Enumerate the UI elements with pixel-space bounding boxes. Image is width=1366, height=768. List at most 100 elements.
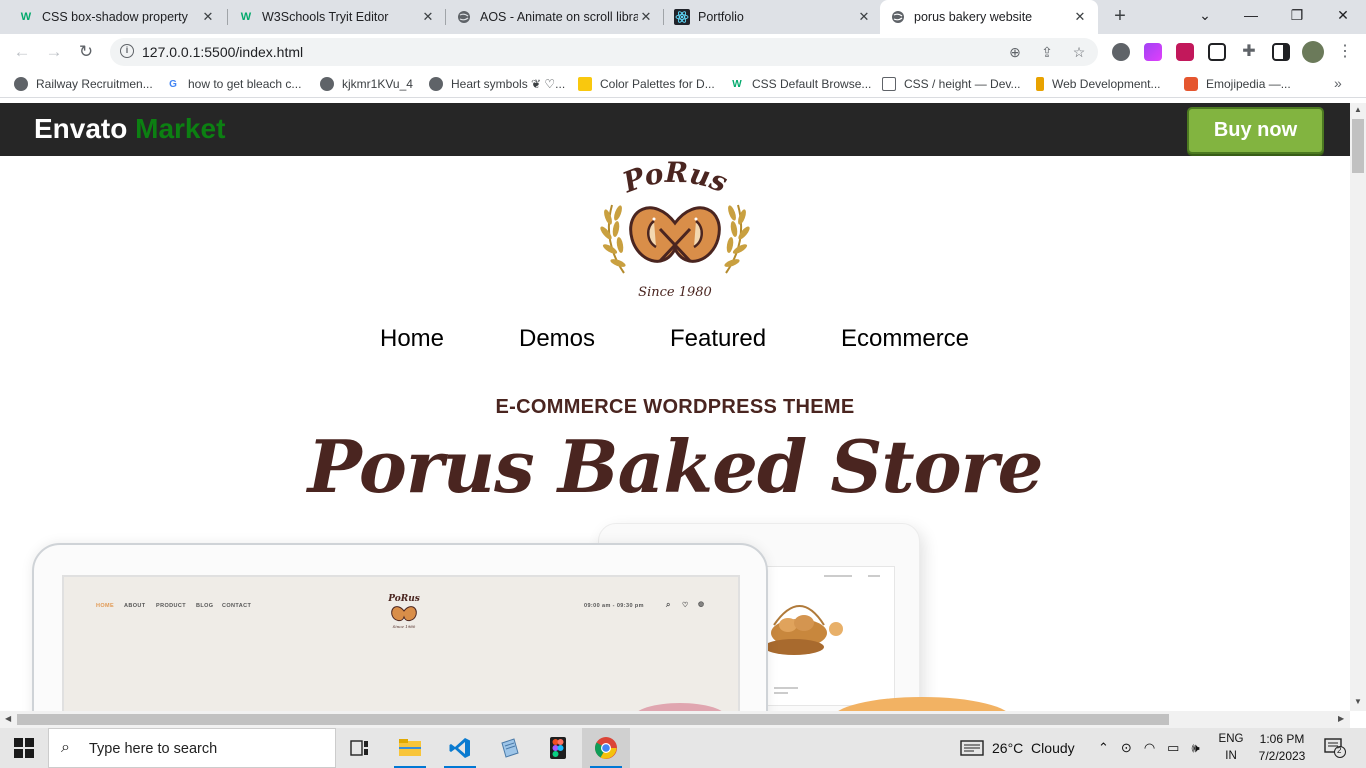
clock-date: 7/2/2023 xyxy=(1258,749,1306,763)
share-icon[interactable]: ⇪ xyxy=(1038,43,1056,61)
bookmark-star-icon[interactable]: ☆ xyxy=(1070,43,1088,61)
buy-now-button[interactable]: Buy now xyxy=(1187,107,1324,154)
picture-in-picture-icon[interactable] xyxy=(1208,43,1226,61)
svg-text:Since 1980: Since 1980 xyxy=(393,624,416,629)
windows-taskbar: ⌕ Type here to search 26°C Cloudy ⌃ ⊙ ◠ … xyxy=(0,728,1366,768)
file-explorer-icon[interactable] xyxy=(386,728,434,768)
reload-button[interactable]: ↻ xyxy=(74,40,98,64)
tab-aos[interactable]: AOS - Animate on scroll libra ✕ xyxy=(446,0,664,34)
volume-icon[interactable]: 🕪 xyxy=(1191,740,1199,756)
weather-widget[interactable]: 26°C Cloudy xyxy=(960,728,1075,768)
close-window-button[interactable]: ✕ xyxy=(1320,0,1366,34)
bookmark-bleach[interactable]: Ghow to get bleach c... xyxy=(166,75,301,93)
site-info-icon[interactable]: i xyxy=(120,44,134,58)
svg-text:PoRus: PoRus xyxy=(387,594,420,604)
bookmark-label: CSS Default Browse... xyxy=(752,77,872,91)
taskbar-search-box[interactable]: ⌕ Type here to search xyxy=(48,728,336,768)
close-icon[interactable]: ✕ xyxy=(200,9,216,25)
preview-logo: PoRus Since 1980 xyxy=(387,594,420,629)
clock-time: 1:06 PM xyxy=(1259,732,1305,746)
back-button[interactable]: ← xyxy=(10,40,34,64)
tab-tryit-editor[interactable]: W W3Schools Tryit Editor ✕ xyxy=(228,0,446,34)
forward-button[interactable]: → xyxy=(42,40,66,64)
chrome-icon[interactable] xyxy=(582,728,630,768)
search-icon: ⌕ xyxy=(61,739,70,756)
bookmark-css-default[interactable]: W CSS Default Browse... xyxy=(730,75,871,93)
close-icon[interactable]: ✕ xyxy=(1072,9,1088,25)
bookmark-label: Emojipedia —... xyxy=(1206,77,1291,91)
menu-demos[interactable]: Demos xyxy=(519,325,595,353)
react-icon xyxy=(674,9,690,25)
bookmark-icon xyxy=(1036,77,1044,91)
extension-s-icon[interactable] xyxy=(1176,43,1194,61)
extensions-puzzle-icon[interactable]: ✚ xyxy=(1240,43,1258,61)
bookmark-emojipedia[interactable]: Emojipedia —... xyxy=(1184,75,1291,93)
browser-toolbar: ← → ↻ i 127.0.0.1:5500/index.html ⊕ ⇪ ☆ … xyxy=(0,34,1366,70)
figma-icon[interactable] xyxy=(534,728,582,768)
tab-css-box-shadow[interactable]: W CSS box-shadow property ✕ xyxy=(8,0,226,34)
extension-gradient-icon[interactable] xyxy=(1144,43,1162,61)
globe-icon xyxy=(14,77,28,91)
close-icon[interactable]: ✕ xyxy=(638,9,654,25)
extension-bug-icon[interactable] xyxy=(1112,43,1130,61)
vertical-scrollbar[interactable]: ▲ ▼ xyxy=(1350,103,1366,711)
tab-strip: W CSS box-shadow property ✕ W W3Schools … xyxy=(0,0,1366,34)
address-bar[interactable]: i 127.0.0.1:5500/index.html ⊕ ⇪ ☆ xyxy=(110,38,1098,66)
scroll-right-arrow-icon[interactable]: ▶ xyxy=(1338,714,1344,723)
scroll-left-arrow-icon[interactable]: ◀ xyxy=(5,714,11,723)
tab-search-button[interactable]: ⌄ xyxy=(1182,0,1228,34)
tab-porus-bakery[interactable]: porus bakery website ✕ xyxy=(880,0,1098,34)
wifi-icon[interactable]: ◠ xyxy=(1144,740,1155,756)
bookmark-heart-symbols[interactable]: Heart symbols ❦ ♡... xyxy=(429,75,565,93)
windows-start-icon[interactable] xyxy=(14,738,34,758)
envato-logo[interactable]: Envato Market xyxy=(34,113,225,145)
horizontal-scroll-thumb[interactable] xyxy=(17,714,1169,725)
bookmark-kjkmr[interactable]: kjkmr1KVu_4 xyxy=(320,75,413,93)
meet-now-icon[interactable]: ⊙ xyxy=(1121,740,1132,756)
menu-featured[interactable]: Featured xyxy=(670,325,766,353)
bookmark-label: Heart symbols ❦ ♡... xyxy=(451,77,566,91)
battery-icon[interactable]: ▭ xyxy=(1167,740,1179,756)
taskbar-clock[interactable]: 1:06 PM 7/2/2023 xyxy=(1246,731,1318,765)
page-viewport: Envato Market Buy now PoRus Since 1980 H… xyxy=(0,103,1350,711)
vertical-scroll-thumb[interactable] xyxy=(1352,119,1364,173)
scroll-down-arrow-icon[interactable]: ▼ xyxy=(1354,697,1362,706)
tablet-screen xyxy=(763,566,895,706)
w3schools-icon: W xyxy=(20,11,32,23)
bookmarks-more-button[interactable]: » xyxy=(1334,75,1342,91)
new-tab-button[interactable]: + xyxy=(1108,5,1132,29)
horizontal-scrollbar[interactable]: ◀ ▶ xyxy=(0,711,1350,728)
side-panel-icon[interactable] xyxy=(1272,43,1290,61)
envato-top-bar: Envato Market Buy now xyxy=(0,103,1350,156)
emojipedia-icon xyxy=(1184,77,1198,91)
bookmark-railway[interactable]: Railway Recruitmen... xyxy=(14,75,153,93)
globe-icon xyxy=(320,77,334,91)
pretzel-icon xyxy=(629,206,721,263)
vscode-icon[interactable] xyxy=(436,728,484,768)
tab-portfolio[interactable]: Portfolio ✕ xyxy=(664,0,882,34)
porus-logo[interactable]: PoRus Since 1980 xyxy=(594,161,756,303)
notification-center-icon[interactable]: 2 xyxy=(1324,738,1346,758)
notepad-icon[interactable] xyxy=(486,728,534,768)
restore-button[interactable]: ❐ xyxy=(1274,0,1320,34)
bookmark-css-height[interactable]: CSS / height — Dev... xyxy=(882,75,1021,93)
zoom-icon[interactable]: ⊕ xyxy=(1006,43,1024,61)
bookmark-web-dev[interactable]: Web Development... xyxy=(1036,75,1161,93)
close-icon[interactable]: ✕ xyxy=(856,9,872,25)
globe-icon xyxy=(456,9,472,25)
preview-nav-blog: BLOG xyxy=(196,603,214,609)
close-icon[interactable]: ✕ xyxy=(420,9,436,25)
preview-cart-icon: ◍ xyxy=(698,601,705,608)
url-text[interactable]: 127.0.0.1:5500/index.html xyxy=(142,44,303,60)
minimize-button[interactable]: — xyxy=(1228,0,1274,34)
bookmark-color-palettes[interactable]: Color Palettes for D... xyxy=(578,75,715,93)
notification-count: 2 xyxy=(1337,746,1342,755)
task-view-icon[interactable] xyxy=(336,728,384,768)
menu-home[interactable]: Home xyxy=(380,325,444,353)
bread-basket-image xyxy=(764,575,880,694)
profile-avatar[interactable] xyxy=(1302,41,1324,63)
menu-kebab-icon[interactable]: ⋮ xyxy=(1336,43,1354,61)
scroll-up-arrow-icon[interactable]: ▲ xyxy=(1354,105,1362,114)
show-hidden-icons-icon[interactable]: ⌃ xyxy=(1098,740,1109,756)
menu-ecommerce[interactable]: Ecommerce xyxy=(841,325,969,353)
